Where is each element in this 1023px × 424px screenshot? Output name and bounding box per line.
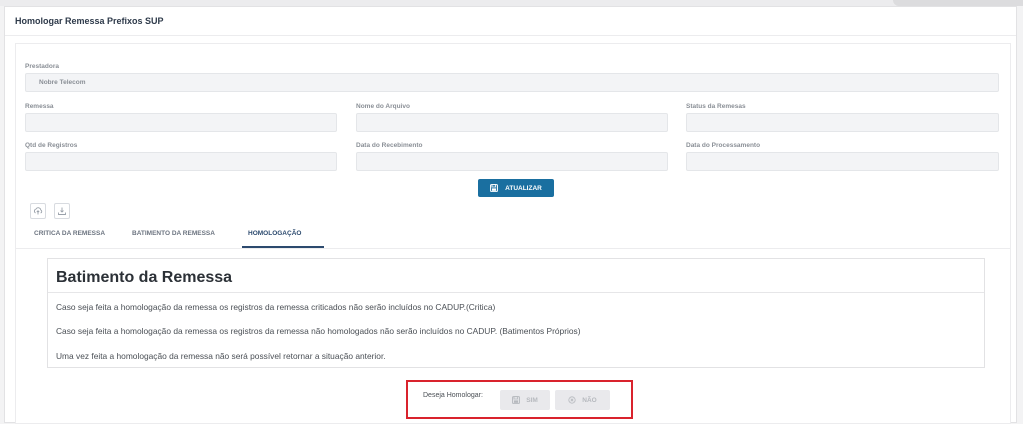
homologar-box: Deseja Homologar: SIM NÃO <box>406 380 633 419</box>
tab-homologacao[interactable]: HOMOLOGAÇÃO <box>248 230 301 237</box>
upload-button[interactable] <box>30 203 46 219</box>
form-container: Prestadora Nobre Telecom Remessa Nome do… <box>15 43 1011 424</box>
data-processamento-label: Data do Processamento <box>686 142 761 149</box>
qtd-registros-label: Qtd de Registros <box>25 142 78 149</box>
batimento-panel: Batimento da Remessa Caso seja feita a h… <box>47 258 985 368</box>
status-label: Status da Remesas <box>686 103 746 110</box>
message-irreversivel: Uma vez feita a homologação da remessa n… <box>56 351 386 361</box>
remessa-field[interactable] <box>25 113 337 132</box>
sim-label: SIM <box>526 396 538 404</box>
prestadora-field[interactable]: Nobre Telecom <box>25 73 999 92</box>
message-batimentos: Caso seja feita a homologação da remessa… <box>56 326 581 336</box>
nao-button[interactable]: NÃO <box>555 390 610 410</box>
floppy-disk-icon <box>512 396 521 404</box>
cancel-circle-icon <box>568 396 576 404</box>
tabs-divider <box>16 248 1010 249</box>
panel-divider <box>48 292 984 293</box>
status-field[interactable] <box>686 113 999 132</box>
homologar-label: Deseja Homologar: <box>423 392 483 399</box>
sim-button[interactable]: SIM <box>500 390 550 410</box>
nome-arquivo-label: Nome do Arquivo <box>356 103 410 110</box>
atualizar-label: ATUALIZAR <box>505 184 542 192</box>
prestadora-label: Prestadora <box>25 63 59 70</box>
remessa-label: Remessa <box>25 103 54 110</box>
data-recebimento-label: Data do Recebimento <box>356 142 423 149</box>
atualizar-button[interactable]: ATUALIZAR <box>478 179 554 197</box>
upload-icon <box>33 207 43 215</box>
main-card: Homologar Remessa Prefixos SUP Prestador… <box>4 6 1017 424</box>
message-critica: Caso seja feita a homologação da remessa… <box>56 302 496 312</box>
data-processamento-field[interactable] <box>686 152 999 171</box>
nao-label: NÃO <box>582 396 597 404</box>
data-recebimento-field[interactable] <box>356 152 668 171</box>
divider <box>5 35 1016 36</box>
page-title: Homologar Remessa Prefixos SUP <box>15 16 164 26</box>
tab-batimento-remessa[interactable]: BATIMENTO DA REMESSA <box>132 230 215 237</box>
download-button[interactable] <box>54 203 70 219</box>
tab-critica-remessa[interactable]: CRITICA DA REMESSA <box>34 230 105 237</box>
qtd-registros-field[interactable] <box>25 152 337 171</box>
panel-title: Batimento da Remessa <box>56 269 233 286</box>
download-icon <box>58 207 66 215</box>
nome-arquivo-field[interactable] <box>356 113 668 132</box>
floppy-disk-icon <box>490 184 499 192</box>
